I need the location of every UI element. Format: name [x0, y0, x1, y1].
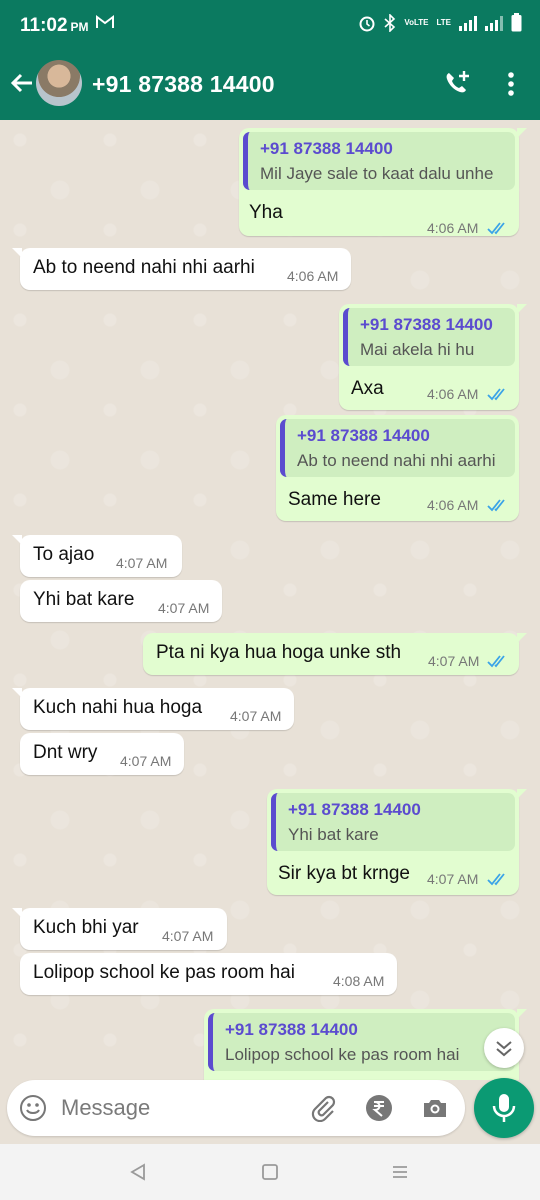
volte-label: VoLTE	[404, 17, 429, 27]
message-bubble-in[interactable]: Ab to neend nahi nhi aarhi 4:06 AM	[12, 248, 351, 290]
quoted-message[interactable]: +91 87388 14400 Ab to neend nahi nhi aar…	[280, 419, 515, 477]
quoted-sender: +91 87388 14400	[288, 800, 421, 819]
status-bar: 11:02 PM VoLTE LTE	[0, 0, 540, 52]
message-text: Same here	[288, 489, 381, 510]
message-bubble-in[interactable]: Yhi bat kare 4:07 AM	[20, 580, 222, 622]
message-text: Sir kya bt krnge	[278, 863, 410, 884]
message-text: Lolipop school ke pas room hai	[33, 962, 295, 983]
battery-icon	[511, 13, 522, 32]
quoted-message[interactable]: +91 87388 14400 Yhi bat kare	[271, 793, 515, 851]
system-nav-bar	[0, 1144, 540, 1200]
message-bubble-in[interactable]: Lolipop school ke pas room hai 4:08 AM	[20, 953, 397, 995]
status-icons: VoLTE LTE	[358, 13, 522, 32]
emoji-icon[interactable]	[19, 1094, 47, 1122]
message-composer	[7, 1080, 465, 1136]
message-text: Kuch nahi hua hoga	[33, 697, 203, 718]
read-ticks-icon	[487, 499, 505, 512]
status-ampm: PM	[70, 20, 89, 34]
message-bubble-out[interactable]: +91 87388 14400 Mai akela hi hu Axa 4:06…	[339, 304, 527, 410]
quoted-text: Yhi bat kare	[288, 825, 379, 844]
message-text: Dnt wry	[33, 742, 98, 763]
message-time: 4:07 AM	[116, 555, 168, 571]
alarm-icon	[359, 16, 375, 31]
message-bubble-out[interactable]: Pta ni kya hua hoga unke sth 4:07 AM	[143, 633, 527, 675]
quoted-text: Lolipop school ke pas room hai	[225, 1045, 460, 1064]
rupee-icon[interactable]	[365, 1094, 393, 1122]
message-text: Yha	[249, 202, 283, 223]
message-text: To ajao	[33, 544, 95, 565]
chat-area[interactable]: +91 87388 14400 Mil Jaye sale to kaat da…	[0, 120, 540, 1080]
message-bubble-in[interactable]: Dnt wry 4:07 AM	[20, 733, 184, 775]
message-bubble-out[interactable]: +91 87388 14400 Mil Jaye sale to kaat da…	[239, 128, 527, 236]
message-text: Yhi bat kare	[33, 589, 135, 610]
message-time: 4:07 AM	[120, 753, 172, 769]
read-ticks-icon	[487, 655, 505, 668]
nav-back-icon[interactable]	[128, 1162, 148, 1182]
nav-recents-icon[interactable]	[390, 1162, 410, 1182]
scroll-to-bottom-button[interactable]	[484, 1028, 524, 1068]
signal-icon-2	[485, 15, 503, 31]
message-bubble-in[interactable]: To ajao 4:07 AM	[12, 535, 182, 577]
quoted-sender: +91 87388 14400	[297, 426, 430, 445]
read-ticks-icon	[487, 222, 505, 235]
camera-icon[interactable]	[421, 1094, 449, 1122]
message-time: 4:07 AM	[427, 871, 479, 887]
mic-icon	[492, 1094, 516, 1122]
message-bubble-in[interactable]: Kuch bhi yar 4:07 AM	[12, 908, 227, 950]
read-ticks-icon	[487, 388, 505, 401]
attach-icon[interactable]	[309, 1094, 337, 1122]
contact-name[interactable]: +91 87388 14400	[92, 71, 275, 98]
message-text: Axa	[351, 378, 384, 399]
quoted-text: Mai akela hi hu	[360, 340, 475, 359]
quoted-sender: +91 87388 14400	[225, 1020, 358, 1039]
message-time: 4:07 AM	[158, 600, 210, 616]
message-time: 4:07 AM	[230, 708, 282, 724]
read-ticks-icon	[487, 873, 505, 886]
status-time: 11:02 PM	[20, 15, 89, 36]
message-time: 4:06 AM	[427, 386, 479, 402]
message-text: Kuch bhi yar	[33, 917, 139, 938]
quoted-message[interactable]: +91 87388 14400 Mai akela hi hu	[343, 308, 515, 366]
message-bubble-out[interactable]: +91 87388 14400 Ab to neend nahi nhi aar…	[276, 415, 519, 521]
more-vert-icon[interactable]	[503, 70, 519, 98]
chat-header: +91 87388 14400	[0, 52, 540, 120]
message-input[interactable]	[61, 1090, 291, 1126]
message-time: 4:06 AM	[287, 268, 339, 284]
message-text: Pta ni kya hua hoga unke sth	[156, 642, 402, 663]
message-bubble-in[interactable]: Kuch nahi hua hoga 4:07 AM	[12, 688, 294, 730]
nav-home-icon[interactable]	[260, 1162, 280, 1182]
signal-icon-1	[459, 15, 477, 31]
quoted-text: Ab to neend nahi nhi aarhi	[297, 451, 496, 470]
back-arrow-icon[interactable]	[8, 69, 36, 97]
quoted-text: Mil Jaye sale to kaat dalu unhe	[260, 164, 494, 183]
add-call-icon[interactable]	[442, 69, 472, 99]
message-time: 4:08 AM	[333, 973, 385, 989]
message-bubble-out[interactable]: +91 87388 14400 Lolipop school ke pas ro…	[204, 1009, 527, 1080]
message-time: 4:07 AM	[428, 653, 480, 669]
quoted-message[interactable]: +91 87388 14400 Lolipop school ke pas ro…	[208, 1013, 515, 1071]
message-text: Ab to neend nahi nhi aarhi	[33, 257, 255, 278]
chevron-double-down-icon	[496, 1041, 512, 1057]
quoted-sender: +91 87388 14400	[260, 139, 393, 158]
quoted-message[interactable]: +91 87388 14400 Mil Jaye sale to kaat da…	[243, 132, 515, 190]
gmail-icon	[96, 14, 114, 34]
mic-button[interactable]	[474, 1078, 534, 1138]
message-bubble-out[interactable]: +91 87388 14400 Yhi bat kare Sir kya bt …	[267, 789, 527, 895]
bluetooth-icon	[384, 13, 396, 32]
quoted-sender: +91 87388 14400	[360, 315, 493, 334]
message-time: 4:07 AM	[162, 928, 214, 944]
message-time: 4:06 AM	[427, 220, 479, 236]
message-time: 4:06 AM	[427, 497, 479, 513]
lte-label: LTE	[436, 17, 451, 27]
avatar[interactable]	[36, 60, 82, 106]
